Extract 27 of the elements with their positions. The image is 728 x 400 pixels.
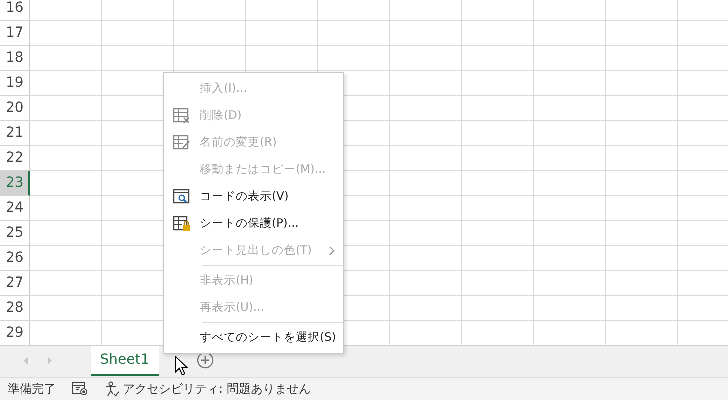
chevron-right-icon bbox=[329, 246, 335, 256]
row-header[interactable]: 21 bbox=[0, 121, 30, 146]
row-header[interactable]: 22 bbox=[0, 146, 30, 171]
accessibility-status[interactable]: アクセシビリティ: 問題ありません bbox=[123, 380, 311, 398]
row-header[interactable]: 25 bbox=[0, 221, 30, 246]
row-header[interactable]: 18 bbox=[0, 46, 30, 71]
row-header[interactable]: 19 bbox=[0, 71, 30, 96]
row-header[interactable]: 24 bbox=[0, 196, 30, 221]
table-delete-icon bbox=[173, 108, 191, 124]
table-rename-icon bbox=[173, 134, 191, 150]
add-sheet-icon[interactable] bbox=[197, 352, 214, 370]
status-text: 準備完了 bbox=[8, 380, 56, 398]
row-header[interactable]: 16 bbox=[0, 0, 30, 21]
sheet-tab[interactable]: Sheet1 bbox=[91, 346, 159, 376]
row-header[interactable]: 23 bbox=[0, 171, 30, 196]
row-header[interactable]: 27 bbox=[0, 271, 30, 296]
row-header[interactable]: 20 bbox=[0, 96, 30, 121]
row-header[interactable]: 26 bbox=[0, 246, 30, 271]
accessibility-icon[interactable] bbox=[104, 381, 120, 398]
menu-item[interactable]: シートの保護(P)... bbox=[164, 210, 343, 237]
protect-sheet-icon bbox=[173, 216, 191, 232]
menu-item[interactable]: すべてのシートを選択(S) bbox=[164, 324, 343, 351]
menu-item[interactable]: コードの表示(V) bbox=[164, 183, 343, 210]
row-header[interactable]: 28 bbox=[0, 296, 30, 321]
macro-record-icon[interactable] bbox=[72, 382, 88, 396]
row-header[interactable]: 17 bbox=[0, 21, 30, 46]
view-code-icon bbox=[173, 188, 191, 204]
